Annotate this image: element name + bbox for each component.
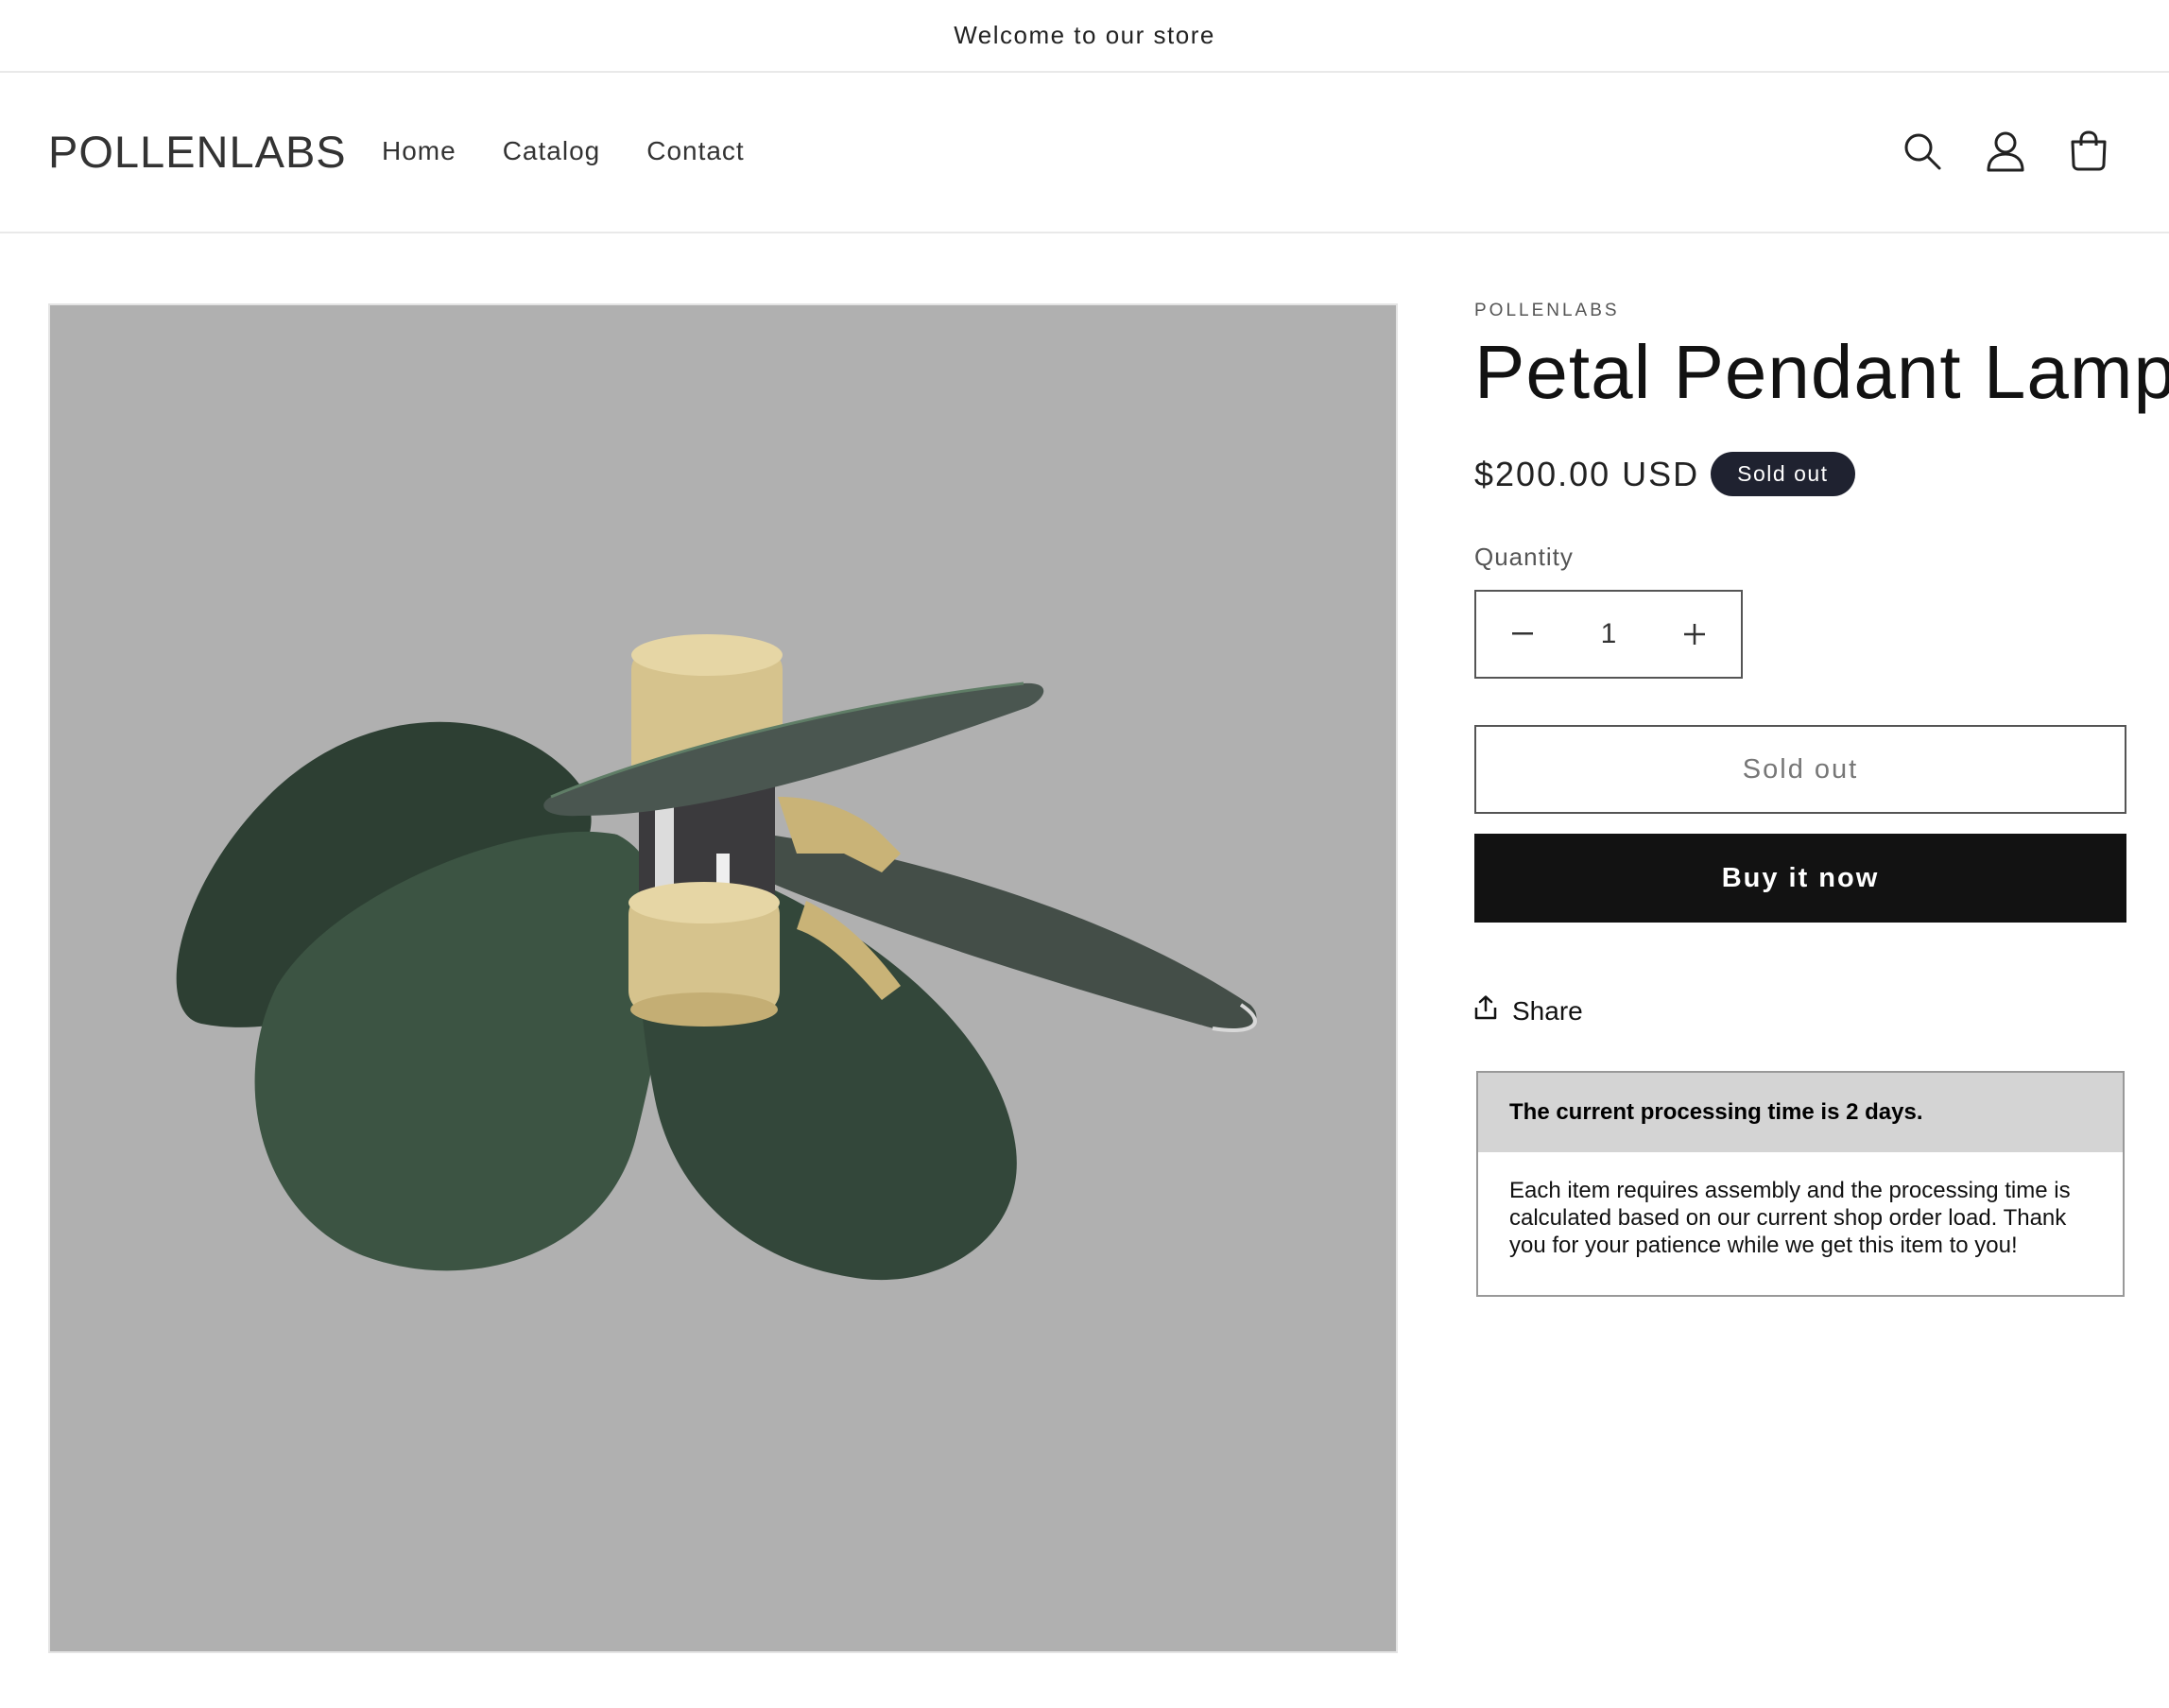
quantity-input[interactable]: 1 <box>1601 618 1617 650</box>
product-vendor: POLLENLABS <box>1474 301 1620 320</box>
minus-icon[interactable] <box>1506 618 1539 650</box>
share-icon <box>1474 995 1497 1027</box>
petal-top <box>543 682 1044 817</box>
store-logo[interactable]: POLLENLABS <box>48 126 347 178</box>
quantity-label: Quantity <box>1474 543 1574 571</box>
quantity-stepper: 1 <box>1474 590 1743 679</box>
nav-contact[interactable]: Contact <box>646 136 745 166</box>
notice-body: Each item requires assembly and the proc… <box>1509 1178 2071 1258</box>
product-price: $200.00 USD <box>1474 454 1700 493</box>
product-image[interactable] <box>48 303 1398 1653</box>
price-row: $200.00 USD Sold out <box>1474 452 1855 496</box>
buy-now-button[interactable]: Buy it now <box>1474 834 2126 923</box>
sold-out-badge: Sold out <box>1711 452 1855 496</box>
sold-out-button[interactable]: Sold out <box>1474 725 2126 814</box>
processing-notice: The current processing time is 2 days. E… <box>1476 1071 2125 1297</box>
main-nav: Home Catalog Contact <box>382 136 745 166</box>
nav-home[interactable]: Home <box>382 136 456 166</box>
product-info: POLLENLABS Petal Pendant Lamp $200.00 US… <box>1474 301 2169 1297</box>
plus-icon[interactable] <box>1678 618 1711 650</box>
nav-catalog[interactable]: Catalog <box>503 136 601 166</box>
announcement-text: Welcome to our store <box>954 21 1215 49</box>
notice-heading: The current processing time is 2 days. <box>1478 1073 2123 1152</box>
share-label: Share <box>1512 995 1583 1026</box>
header-icons <box>1901 129 2110 173</box>
announcement-bar: Welcome to our store <box>0 0 2169 73</box>
search-icon[interactable] <box>1901 129 1944 173</box>
account-icon[interactable] <box>1984 129 2027 173</box>
product-title: Petal Pendant Lamp <box>1474 330 2169 414</box>
cart-icon[interactable] <box>2067 129 2110 173</box>
site-header: POLLENLABS Home Catalog Contact <box>0 73 2169 233</box>
pendant-lamp-illustration <box>176 634 1257 1281</box>
share-button[interactable]: Share <box>1474 995 1583 1027</box>
